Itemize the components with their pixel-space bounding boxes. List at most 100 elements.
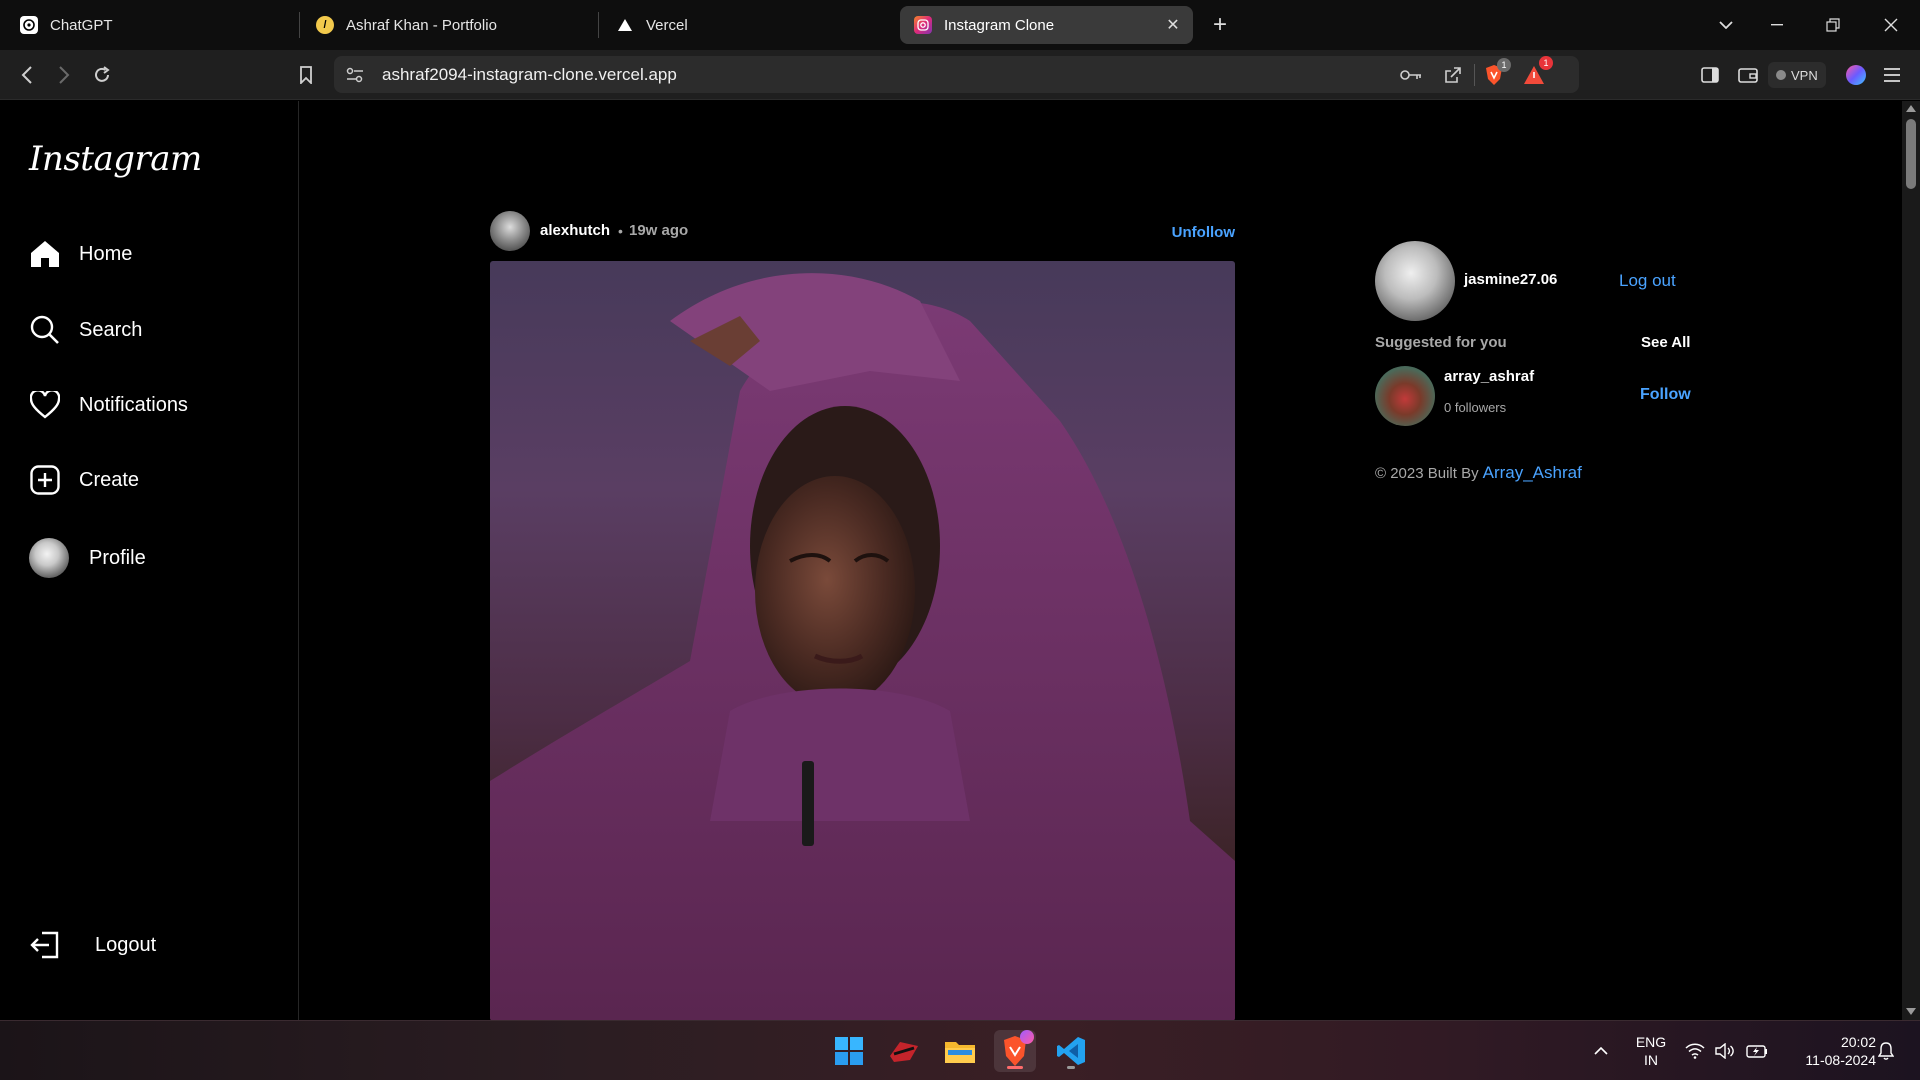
sidebar-item-create[interactable]: Create <box>29 460 139 500</box>
post-author-username[interactable]: alexhutch <box>540 222 610 239</box>
language-code: ENG <box>1635 1034 1667 1050</box>
vercel-triangle-icon <box>616 16 634 34</box>
password-key-icon[interactable] <box>1398 62 1424 88</box>
sidebar-item-label: Notifications <box>79 393 188 416</box>
battery-charging-icon[interactable] <box>1739 1030 1775 1072</box>
url-text[interactable]: ashraf2094-instagram-clone.vercel.app <box>382 65 677 85</box>
browser-tab-strip: ChatGPT / Ashraf Khan - Portfolio Vercel… <box>0 0 1920 50</box>
shields-count-badge: 1 <box>1497 58 1511 72</box>
scroll-down-arrow-icon[interactable] <box>1906 1008 1916 1015</box>
share-icon[interactable] <box>1440 62 1466 88</box>
language-region: IN <box>1644 1052 1658 1068</box>
instagram-logo[interactable]: Instagram <box>29 139 202 179</box>
sidebar-item-label: Profile <box>89 546 146 569</box>
suggestion-avatar[interactable] <box>1375 366 1435 426</box>
clock-time: 20:02 <box>1840 1034 1876 1050</box>
brave-gradient-badge-icon <box>1020 1030 1034 1044</box>
windows-start-icon[interactable] <box>828 1030 870 1072</box>
sidebar-toggle-icon[interactable] <box>1695 60 1725 90</box>
restore-window-icon[interactable] <box>1818 10 1848 40</box>
system-tray-chevron-up-icon[interactable] <box>1581 1030 1621 1072</box>
sidebar-item-search[interactable]: Search <box>29 310 142 350</box>
forward-arrow-icon[interactable] <box>49 60 79 90</box>
tab-divider <box>598 12 599 38</box>
home-icon <box>29 238 61 270</box>
leo-ai-icon[interactable] <box>1841 60 1871 90</box>
running-app-indicator <box>1067 1066 1075 1069</box>
follow-button[interactable]: Follow <box>1640 386 1691 404</box>
search-icon <box>29 314 61 346</box>
browser-toolbar: ashraf2094-instagram-clone.vercel.app 1 … <box>0 50 1920 100</box>
scrollbar-thumb[interactable] <box>1906 119 1916 189</box>
clock-date: 11-08-2024 <box>1805 1052 1876 1068</box>
volume-icon[interactable] <box>1707 1030 1743 1072</box>
reload-icon[interactable] <box>87 60 117 90</box>
separator-dot: • <box>618 223 623 239</box>
tab-portfolio[interactable]: / Ashraf Khan - Portfolio <box>302 6 592 44</box>
tab-title: Instagram Clone <box>944 16 1055 34</box>
tab-title: ChatGPT <box>50 16 113 34</box>
left-sidebar: Instagram Home Search Notifications Crea… <box>0 101 299 1020</box>
back-arrow-icon[interactable] <box>12 60 42 90</box>
post-header: alexhutch • 19w ago Unfollow <box>490 211 1235 251</box>
notification-bell-icon[interactable] <box>1868 1030 1904 1072</box>
post-timestamp: 19w ago <box>629 222 689 239</box>
footer-prefix: © 2023 Built By <box>1375 465 1479 482</box>
vpn-button[interactable]: VPN <box>1768 62 1826 88</box>
tab-instagram-clone[interactable]: Instagram Clone ✕ <box>900 6 1193 44</box>
scroll-up-arrow-icon[interactable] <box>1906 105 1916 112</box>
wallet-icon[interactable] <box>1733 60 1763 90</box>
tab-chatgpt[interactable]: ChatGPT <box>6 6 296 44</box>
tab-divider <box>299 12 300 38</box>
instagram-page: Instagram Home Search Notifications Crea… <box>0 101 1902 1020</box>
close-window-icon[interactable] <box>1876 10 1906 40</box>
page-scrollbar[interactable] <box>1902 101 1920 1020</box>
logout-label: Logout <box>95 933 157 956</box>
close-tab-icon[interactable]: ✕ <box>1163 15 1183 35</box>
brave-browser-icon[interactable] <box>994 1030 1036 1072</box>
post-photo-illustration <box>490 273 1235 1020</box>
file-explorer-folder-icon[interactable] <box>939 1030 981 1072</box>
brave-shields-icon[interactable]: 1 <box>1481 58 1511 88</box>
unfollow-button[interactable]: Unfollow <box>1172 224 1235 241</box>
tab-vercel[interactable]: Vercel <box>602 6 892 44</box>
heart-icon <box>29 389 61 421</box>
active-app-indicator <box>1007 1066 1023 1069</box>
post-image[interactable] <box>490 261 1235 1020</box>
rewards-count-badge: 1 <box>1539 56 1553 70</box>
logout-icon <box>29 929 61 961</box>
language-indicator[interactable]: ENG IN <box>1628 1033 1674 1069</box>
instagram-favicon-icon <box>914 16 932 34</box>
clock[interactable]: 20:02 11-08-2024 <box>1780 1033 1876 1069</box>
address-bar[interactable]: ashraf2094-instagram-clone.vercel.app 1 … <box>334 56 1579 93</box>
hamburger-menu-icon[interactable] <box>1877 60 1907 90</box>
new-tab-plus-icon[interactable]: + <box>1205 10 1235 40</box>
post-author-avatar[interactable] <box>490 211 530 251</box>
vscode-icon[interactable] <box>1050 1030 1092 1072</box>
sidebar-item-notifications[interactable]: Notifications <box>29 385 188 425</box>
site-settings-icon[interactable] <box>342 62 368 88</box>
plus-square-icon <box>29 464 61 496</box>
suggestion-item: array_ashraf 0 followers Follow <box>1375 364 1691 426</box>
sidebar-item-profile[interactable]: Profile <box>29 538 146 578</box>
tab-title: Ashraf Khan - Portfolio <box>346 16 497 34</box>
current-user-avatar[interactable] <box>1375 241 1455 321</box>
tab-search-chevron-down-icon[interactable] <box>1711 10 1741 40</box>
sidebar-item-label: Create <box>79 468 140 491</box>
log-out-link[interactable]: Log out <box>1619 271 1676 291</box>
sidebar-item-home[interactable]: Home <box>29 234 132 274</box>
see-all-link[interactable]: See All <box>1641 334 1690 351</box>
vpn-label: VPN <box>1791 67 1818 83</box>
suggestion-username[interactable]: array_ashraf <box>1444 368 1534 385</box>
red-app-icon[interactable] <box>883 1030 925 1072</box>
brave-rewards-triangle-icon[interactable]: 1 <box>1521 56 1553 88</box>
footer-author-link[interactable]: Array_Ashraf <box>1483 463 1582 483</box>
chatgpt-favicon-icon <box>20 16 38 34</box>
minimize-window-icon[interactable] <box>1762 10 1792 40</box>
bookmark-icon[interactable] <box>291 60 321 90</box>
current-user-username[interactable]: jasmine27.06 <box>1464 271 1557 288</box>
tab-title: Vercel <box>646 16 688 34</box>
logout-button[interactable]: Logout <box>29 925 156 965</box>
windows-taskbar: ENG IN 20:02 11-08-2024 <box>0 1020 1920 1080</box>
sidebar-item-label: Search <box>79 318 143 341</box>
